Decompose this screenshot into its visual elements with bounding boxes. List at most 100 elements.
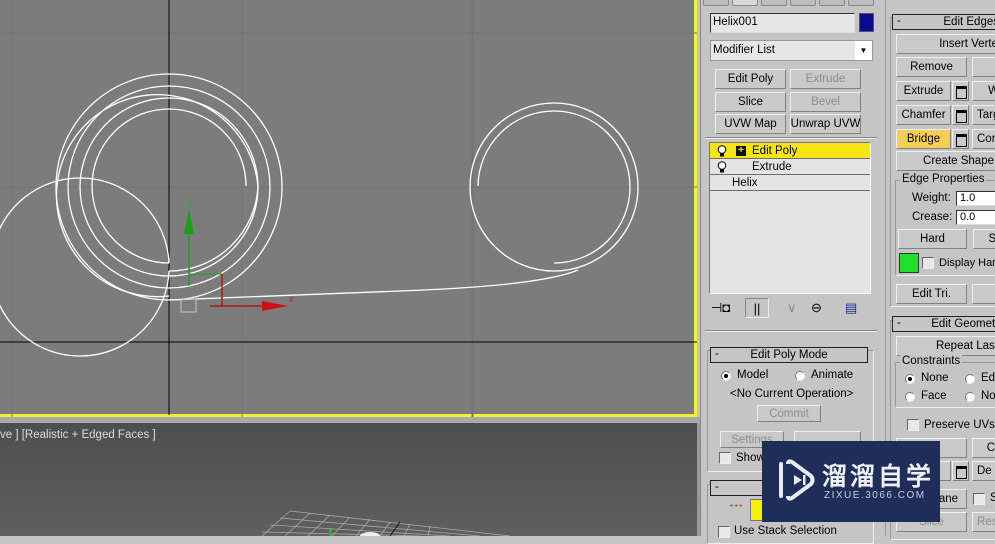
play-logo-icon <box>779 459 815 501</box>
gizmo-y-label: y <box>188 197 193 207</box>
chamfer-settings-icon[interactable] <box>952 105 969 125</box>
command-panel-tabs <box>701 0 874 6</box>
tab-motion[interactable] <box>790 0 816 6</box>
stack-item-extrude[interactable]: Extrude <box>710 159 870 175</box>
transform-gizmo[interactable]: y x <box>180 197 294 313</box>
extrude-button[interactable]: Extrude <box>790 69 861 89</box>
watermark-url: ZIXUE.3066.COM <box>824 490 926 501</box>
remove-modifier-icon[interactable]: ⊖ <box>811 300 822 316</box>
viewport-top-canvas[interactable]: y x <box>0 0 697 417</box>
modifier-stack[interactable]: + Edit Poly Extrude Helix <box>709 142 871 294</box>
tab-create[interactable] <box>703 0 729 6</box>
constraint-face-label: Face <box>921 390 947 402</box>
stack-item-label: Helix <box>732 176 758 189</box>
stack-item-edit-poly[interactable]: + Edit Poly <box>710 143 870 159</box>
split-checkbox[interactable] <box>973 493 985 505</box>
preserve-uvs-checkbox[interactable] <box>907 419 919 431</box>
rollout-title: Edit Poly Mode <box>750 349 828 361</box>
vertex-subobject-icon[interactable]: ⁺⁺⁺ <box>729 502 743 513</box>
edit-tri-button[interactable]: Edit Tri. <box>896 284 967 304</box>
constraint-normal-radio[interactable] <box>965 392 975 402</box>
stack-toolbar: ⊣◘ || ∨ ⊖ ▤ <box>709 298 871 320</box>
animate-radio[interactable] <box>795 371 805 381</box>
split-label: S <box>990 492 995 504</box>
bridge-button[interactable]: Bridge <box>896 129 951 149</box>
tab-modify[interactable] <box>732 0 758 6</box>
constraint-face-radio[interactable] <box>905 392 915 402</box>
crease-label: Crease: <box>912 211 953 223</box>
detach-button[interactable]: De <box>972 461 995 481</box>
hard-button[interactable]: Hard <box>898 229 967 249</box>
show-cage-checkbox[interactable] <box>719 452 731 464</box>
object-name-field[interactable]: Helix001 <box>710 13 855 33</box>
bevel-button[interactable]: Bevel <box>790 92 861 112</box>
modifier-list-label: Modifier List <box>713 44 775 56</box>
pin-stack-icon[interactable]: ⊣◘ <box>711 300 730 316</box>
display-hard-checkbox[interactable] <box>922 257 934 269</box>
commit-button[interactable]: Commit <box>757 405 821 422</box>
watermark: 溜溜自学 ZIXUE.3066.COM <box>762 441 940 522</box>
collapse-icon: - <box>715 481 719 493</box>
divider <box>705 137 877 139</box>
chevron-down-icon[interactable]: ▼ <box>855 41 872 60</box>
modifier-list-dropdown[interactable]: Modifier List ▼ <box>710 40 873 61</box>
expand-icon[interactable]: + <box>736 146 746 156</box>
insert-vertex-button[interactable]: Insert Verte <box>896 34 995 54</box>
tab-display[interactable] <box>819 0 845 6</box>
weld-button[interactable]: W <box>972 81 995 101</box>
gizmo-x-label: x <box>289 294 294 304</box>
remove-button[interactable]: Remove <box>896 57 967 77</box>
repeat-last-button[interactable]: Repeat Last <box>896 336 995 356</box>
extrude-edge-button[interactable]: Extrude <box>896 81 951 101</box>
constraint-none-radio[interactable] <box>905 374 915 384</box>
grid <box>0 0 697 417</box>
helix-spiral[interactable] <box>0 73 579 357</box>
constraint-edge-radio[interactable] <box>965 374 975 384</box>
model-radio[interactable] <box>721 371 731 381</box>
connect-button[interactable]: Con <box>972 129 995 149</box>
weight-input[interactable]: 1.0 <box>956 191 995 206</box>
stack-item-helix[interactable]: Helix <box>710 175 870 191</box>
show-end-result-icon[interactable]: || <box>745 298 769 318</box>
use-stack-selection-checkbox[interactable] <box>718 526 730 538</box>
make-unique-icon[interactable]: ∨ <box>787 300 797 316</box>
collapse-icon: - <box>897 317 901 329</box>
lightbulb-icon[interactable] <box>717 145 727 157</box>
target-weld-button[interactable]: Targ <box>972 105 995 125</box>
preserve-uvs-label: Preserve UVs <box>924 419 995 431</box>
slice-button[interactable]: Slice <box>715 92 786 112</box>
create-shape-button[interactable]: Create Shape <box>896 151 995 171</box>
watermark-title: 溜溜自学 <box>822 463 935 491</box>
edit-poly-button[interactable]: Edit Poly <box>715 69 786 89</box>
object-color-swatch[interactable] <box>859 13 874 32</box>
animate-label: Animate <box>811 369 854 381</box>
constraints-title: Constraints <box>900 355 963 367</box>
turn-button[interactable] <box>972 284 995 304</box>
tab-utilities[interactable] <box>848 0 874 6</box>
unwrap-uvw-button[interactable]: Unwrap UVW <box>790 114 861 134</box>
lightbulb-icon[interactable] <box>717 161 727 173</box>
constraint-edge-label: Edg <box>981 372 995 384</box>
extrude-settings-icon[interactable] <box>952 81 969 101</box>
viewport-top[interactable]: y x <box>0 0 697 417</box>
collapse-button[interactable]: C <box>972 438 995 458</box>
split-button[interactable] <box>972 57 995 77</box>
edit-geometry-rollout-header[interactable]: - Edit Geometr <box>892 316 995 332</box>
tab-hierarchy[interactable] <box>761 0 787 6</box>
viewport-perspective[interactable]: ve ] [Realistic + Edged Faces ] <box>0 423 697 536</box>
configure-modifier-sets-icon[interactable]: ▤ <box>845 300 857 316</box>
smooth-button[interactable]: Sr <box>973 229 995 249</box>
edit-poly-mode-rollout-header[interactable]: - Edit Poly Mode <box>710 347 868 363</box>
current-operation-label: <No Current Operation> <box>730 388 854 400</box>
reset-plane-button[interactable]: Res <box>972 512 995 532</box>
use-stack-selection-label: Use Stack Selection <box>734 525 837 537</box>
stack-item-label: Extrude <box>752 160 792 173</box>
edit-edges-rollout-header[interactable]: - Edit Edges <box>892 14 995 30</box>
crease-input[interactable]: 0.0 <box>956 210 995 225</box>
hard-edge-color-swatch[interactable] <box>899 253 919 273</box>
chamfer-button[interactable]: Chamfer <box>896 105 951 125</box>
attach-settings-icon[interactable] <box>952 461 969 481</box>
bridge-settings-icon[interactable] <box>952 129 969 149</box>
collapse-icon: - <box>715 348 719 360</box>
uvw-map-button[interactable]: UVW Map <box>715 114 786 134</box>
